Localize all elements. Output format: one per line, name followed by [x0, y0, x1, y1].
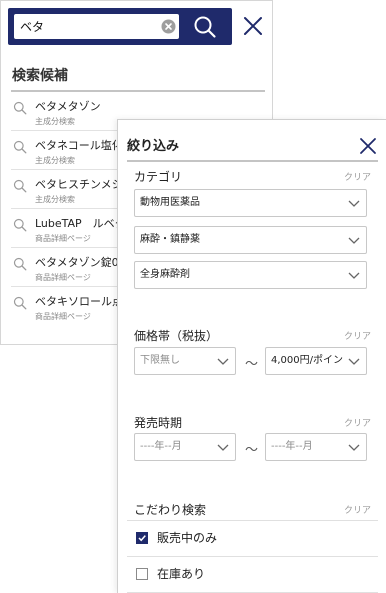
category-select-1[interactable]: 動物用医薬品 — [134, 189, 367, 217]
checkbox-label: 在庫あり — [157, 567, 206, 581]
select-value: 下限無し — [140, 355, 180, 366]
search-icon[interactable] — [192, 14, 218, 40]
list-item-title: ベタキソロール点 — [35, 295, 123, 308]
checkbox-in-stock[interactable]: 在庫あり — [127, 557, 378, 591]
price-min-select[interactable]: 下限無し — [134, 347, 236, 375]
select-value: 動物用医薬品 — [140, 197, 200, 208]
list-item-subtitle: 商品詳細ページ — [35, 234, 91, 243]
chevron-down-icon — [348, 237, 360, 244]
search-bar — [8, 8, 232, 45]
price-max-select[interactable]: 4,000円/ポイン — [265, 347, 367, 375]
select-value: 全身麻酔剤 — [140, 269, 190, 280]
select-value: ----年--月 — [140, 441, 182, 452]
select-value: ----年--月 — [271, 441, 313, 452]
checkbox-checked[interactable] — [136, 532, 148, 544]
list-item-subtitle: 商品詳細ページ — [35, 312, 91, 321]
search-icon — [13, 257, 27, 271]
chevron-down-icon — [217, 444, 229, 451]
close-icon[interactable] — [357, 135, 379, 157]
list-item-title: ベタヒスチンメシ — [35, 178, 123, 191]
category-label: カテゴリ — [134, 170, 183, 184]
release-label: 発売時期 — [134, 416, 183, 430]
candidates-heading: 検索候補 — [12, 68, 68, 84]
list-item-title: LubeTAP ルベタ — [35, 217, 126, 230]
clear-circle-icon[interactable] — [161, 19, 176, 34]
checkmark-icon — [138, 535, 146, 542]
list-item-subtitle: 商品詳細ページ — [35, 273, 91, 282]
chevron-down-icon — [217, 358, 229, 365]
release-from-select[interactable]: ----年--月 — [134, 433, 236, 461]
checkbox-label: 販売中のみ — [157, 531, 218, 545]
filter-divider — [127, 160, 378, 162]
category-select-3[interactable]: 全身麻酔剤 — [134, 261, 367, 289]
filter-title: 絞り込み — [127, 139, 180, 154]
filter-panel: 絞り込み カテゴリ クリア 動物用医薬品 麻酔・鎮静薬 全身麻酔剤 価格帯（税抜… — [117, 119, 386, 593]
release-clear-link[interactable]: クリア — [344, 416, 371, 429]
search-input-wrap — [14, 14, 179, 39]
price-separator: 〜 — [245, 357, 259, 372]
list-item-title: ベタメタゾン錠0. — [35, 256, 123, 269]
release-to-select[interactable]: ----年--月 — [265, 433, 367, 461]
checkbox-unchecked[interactable] — [136, 568, 148, 580]
select-value: 麻酔・鎮静薬 — [140, 234, 200, 245]
chevron-down-icon — [348, 444, 360, 451]
price-clear-link[interactable]: クリア — [344, 329, 371, 342]
search-icon — [13, 140, 27, 154]
close-icon[interactable] — [241, 14, 265, 38]
price-label: 価格帯（税抜） — [134, 329, 219, 343]
chevron-down-icon — [348, 272, 360, 279]
search-icon — [13, 296, 27, 310]
chevron-down-icon — [348, 200, 360, 207]
list-item-subtitle: 主成分検索 — [35, 156, 75, 165]
search-icon — [13, 179, 27, 193]
category-clear-link[interactable]: クリア — [344, 170, 371, 183]
list-item-title: ベタメタゾン — [35, 100, 101, 113]
select-value: 4,000円/ポイン — [271, 355, 343, 366]
list-item-subtitle: 主成分検索 — [35, 117, 75, 126]
preferences-label: こだわり検索 — [134, 503, 207, 517]
list-item-subtitle: 主成分検索 — [35, 195, 75, 204]
preferences-clear-link[interactable]: クリア — [344, 503, 371, 516]
search-icon — [13, 218, 27, 232]
category-select-2[interactable]: 麻酔・鎮静薬 — [134, 226, 367, 254]
search-input[interactable] — [14, 14, 179, 39]
checkbox-on-sale-only[interactable]: 販売中のみ — [127, 521, 378, 555]
release-separator: 〜 — [245, 443, 259, 458]
search-icon — [13, 101, 27, 115]
list-item-title: ベタネコール塩化 — [35, 139, 123, 152]
chevron-down-icon — [348, 358, 360, 365]
